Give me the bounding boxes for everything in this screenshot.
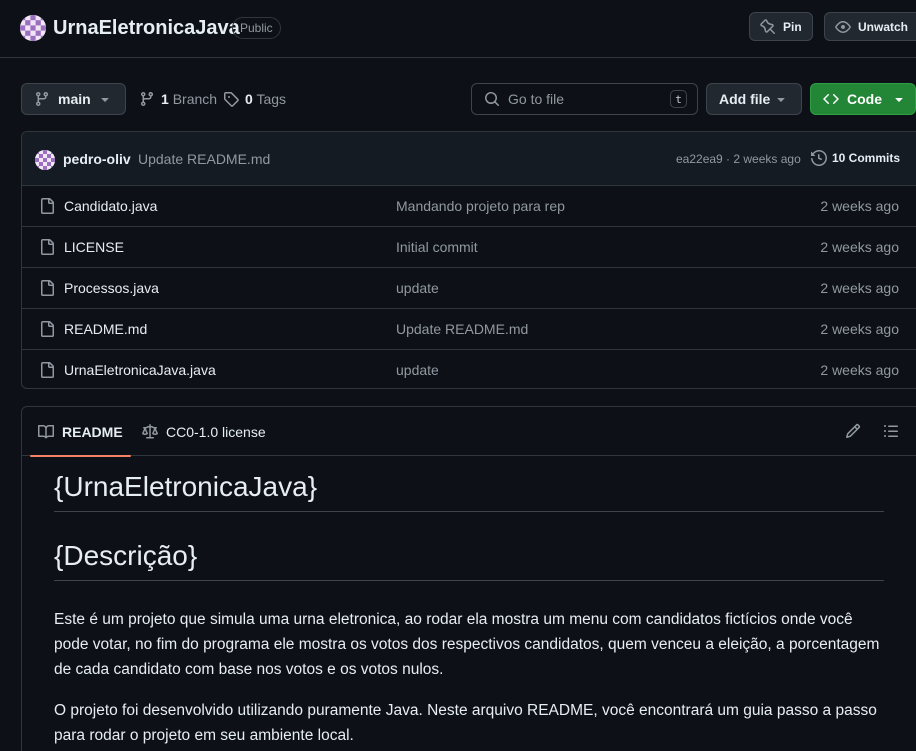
code-label: Code [847,91,882,107]
file-icon [41,321,54,337]
branch-count-label: Branch [172,91,218,107]
file-commit-message[interactable]: Mandando projeto para rep [396,198,565,214]
readme-paragraph: O projeto foi desenvolvido utilizando pu… [54,702,877,744]
commits-history-link[interactable]: 10 Commits [811,150,900,166]
commits-count-label: 10 Commits [832,151,901,165]
tag-icon [224,92,239,107]
tab-readme-label: README [62,423,123,440]
branch-selector[interactable]: main [21,83,126,115]
commit-author-link[interactable]: pedro-oliv [63,151,131,167]
owner-avatar[interactable] [20,15,46,41]
code-button[interactable]: Code [810,83,916,115]
tag-count: 0 [245,91,253,107]
list-unordered-icon[interactable] [883,423,899,439]
file-row: README.md Update README.md 2 weeks ago [22,309,916,350]
tab-license[interactable]: CC0-1.0 license [142,407,266,456]
readme-content: {UrnaEletronicaJava} {Descrição} Este é … [54,469,884,751]
commit-message-link[interactable]: Update README.md [138,151,270,167]
search-icon [485,92,500,107]
file-list: pedro-oliv Update README.md ea22ea9 · 2 … [21,131,916,389]
go-to-file-input[interactable]: Go to file t [471,83,698,115]
code-icon [823,93,839,105]
file-commit-date: 2 weeks ago [820,362,899,378]
pin-icon [760,18,776,34]
unwatch-button[interactable]: Unwatch [824,12,916,41]
file-commit-date: 2 weeks ago [820,321,899,337]
file-name-link[interactable]: UrnaEletronicaJava.java [64,362,216,378]
file-row: UrnaEletronicaJava.java update 2 weeks a… [22,350,916,388]
triangle-down-icon [101,98,109,102]
branches-link[interactable]: 1 Branch [139,88,217,110]
git-branch-icon [140,92,153,107]
file-commit-message[interactable]: Initial commit [396,239,478,255]
pin-label: Pin [783,19,802,34]
file-commit-date: 2 weeks ago [820,239,899,255]
book-icon [38,424,54,438]
file-icon [41,239,54,255]
file-row: LICENSE Initial commit 2 weeks ago [22,227,916,268]
file-row: Candidato.java Mandando projeto para rep… [22,186,916,227]
add-file-label: Add file [719,91,771,107]
author-avatar[interactable] [35,150,55,170]
readme-heading-description: {Descrição} [54,538,884,581]
branch-name: main [58,91,91,107]
repo-header: UrnaEletronicaJava Public Pin Unwatch [0,0,916,58]
readme-paragraph: Este é um projeto que simula uma urna el… [54,611,880,678]
file-name-link[interactable]: Candidato.java [64,198,157,214]
triangle-down-icon [895,98,903,102]
search-shortcut-key: t [670,90,687,108]
file-row: Processos.java update 2 weeks ago [22,268,916,309]
file-name-link[interactable]: LICENSE [64,239,124,255]
file-commit-date: 2 weeks ago [820,198,899,214]
file-icon [41,280,54,296]
readme-tabs: README CC0-1.0 license [22,407,916,457]
branch-count: 1 [161,91,169,107]
search-placeholder: Go to file [508,91,565,107]
file-commit-date: 2 weeks ago [820,280,899,296]
eye-icon [835,20,851,33]
latest-commit-bar: pedro-oliv Update README.md ea22ea9 · 2 … [22,132,916,186]
law-icon [142,423,158,438]
commit-meta[interactable]: ea22ea9 · 2 weeks ago [676,152,801,166]
file-commit-message[interactable]: update [396,362,439,378]
pencil-icon[interactable] [845,423,861,439]
file-name-link[interactable]: README.md [64,321,147,337]
history-icon [811,150,827,166]
readme-panel: README CC0-1.0 license {UrnaEletronicaJa… [21,406,916,751]
visibility-badge: Public [232,17,281,39]
triangle-down-icon [777,98,785,102]
unwatch-label: Unwatch [858,19,909,34]
tab-license-label: CC0-1.0 license [166,423,266,440]
repo-name-link[interactable]: UrnaEletronicaJava [53,15,240,41]
file-commit-message[interactable]: update [396,280,439,296]
file-icon [41,198,54,214]
file-name-link[interactable]: Processos.java [64,280,159,296]
git-branch-icon [35,92,48,107]
tags-link[interactable]: 0 Tags [223,88,286,110]
readme-heading-title: {UrnaEletronicaJava} [54,469,884,512]
file-icon [41,362,54,378]
add-file-button[interactable]: Add file [706,83,802,115]
pin-button[interactable]: Pin [749,12,813,41]
tag-count-label: Tags [256,91,287,107]
tab-readme[interactable]: README [30,407,131,457]
file-commit-message[interactable]: Update README.md [396,321,528,337]
